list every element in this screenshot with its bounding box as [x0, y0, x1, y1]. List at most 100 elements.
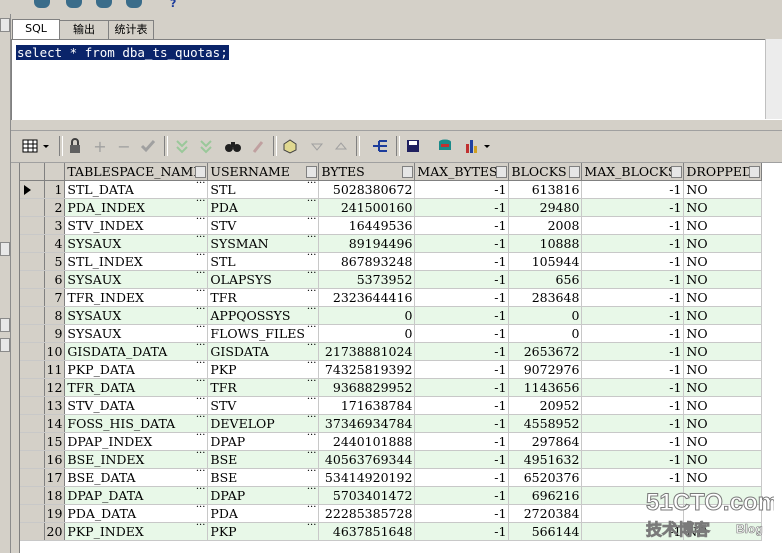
cell-blocks[interactable]: 4951632	[508, 450, 583, 469]
cell-username[interactable]: STL ···	[207, 180, 320, 199]
row-indicator[interactable]	[20, 432, 45, 451]
cell-editor-button[interactable]: ···	[196, 397, 206, 406]
cell-bytes[interactable]: 89194496	[318, 234, 416, 253]
cell-bytes[interactable]: 37346934784	[318, 414, 416, 433]
cell-max-bytes[interactable]: -1	[414, 180, 510, 199]
cell-dropped[interactable]: NO	[683, 432, 763, 451]
row-indicator[interactable]	[20, 234, 45, 253]
cell-max-bytes[interactable]: -1	[414, 198, 510, 217]
cell-tablespace[interactable]: SYSAUX ···	[64, 306, 209, 325]
cell-max-bytes[interactable]: -1	[414, 450, 510, 469]
cell-max-blocks[interactable]: -1	[581, 198, 685, 217]
sql-query-text[interactable]: select * from dba_ts_quotas;	[16, 45, 229, 60]
cell-editor-button[interactable]: ···	[307, 433, 317, 442]
cell-editor-button[interactable]: ···	[307, 451, 317, 460]
cell-editor-button[interactable]: ···	[196, 253, 206, 262]
row-indicator[interactable]	[20, 378, 45, 397]
cell-bytes[interactable]: 2323644416	[318, 288, 416, 307]
cell-max-blocks[interactable]: -1	[581, 432, 685, 451]
cell-username[interactable]: BSE ···	[207, 468, 320, 487]
row-indicator[interactable]	[20, 288, 45, 307]
cell-editor-button[interactable]: ···	[196, 343, 206, 352]
cell-editor-button[interactable]: ···	[196, 307, 206, 316]
next-page-icon[interactable]	[308, 137, 326, 155]
cell-dropped[interactable]: NO	[683, 198, 763, 217]
column-menu-icon[interactable]	[671, 166, 683, 178]
cell-username[interactable]: GISDATA ···	[207, 342, 320, 361]
cell-editor-button[interactable]: ···	[196, 379, 206, 388]
cell-dropped[interactable]: NO	[683, 180, 763, 199]
delete-record-icon[interactable]: −	[115, 137, 133, 156]
cell-max-bytes[interactable]: -1	[414, 270, 510, 289]
cell-blocks[interactable]: 20952	[508, 396, 583, 415]
cell-username[interactable]: SYSMAN ···	[207, 234, 320, 253]
cell-blocks[interactable]: 283648	[508, 288, 583, 307]
cell-blocks[interactable]: 105944	[508, 252, 583, 271]
cell-editor-button[interactable]: ···	[307, 199, 317, 208]
cell-editor-button[interactable]: ···	[196, 289, 206, 298]
cell-tablespace[interactable]: PKP_INDEX ···	[64, 522, 209, 541]
row-indicator[interactable]	[20, 396, 45, 415]
editor-scrollbar[interactable]	[765, 39, 782, 119]
cell-editor-button[interactable]: ···	[196, 217, 206, 226]
table-row[interactable]: 5 STL_INDEX ··· STL ··· 867893248 -1 105944 -1 NO	[20, 252, 763, 271]
cell-blocks[interactable]: 0	[508, 324, 583, 343]
row-indicator[interactable]	[20, 468, 45, 487]
column-header[interactable]: MAX_BLOCKS	[581, 163, 685, 181]
cell-max-blocks[interactable]: -1	[581, 450, 685, 469]
table-row[interactable]: 13 STV_DATA ··· STV ··· 171638784 -1 20952 -1 NO	[20, 396, 763, 415]
table-row[interactable]: 4 SYSAUX ··· SYSMAN ··· 89194496 -1 10888 -1 NO	[20, 234, 763, 253]
post-record-icon[interactable]	[139, 137, 157, 155]
table-row[interactable]: 14 FOSS_HIS_DATA ··· DEVELOP ··· 37346934784 -…	[20, 414, 763, 433]
cell-editor-button[interactable]: ···	[196, 235, 206, 244]
cell-max-blocks[interactable]: -1	[581, 396, 685, 415]
chart-icon[interactable]	[463, 137, 497, 155]
row-indicator[interactable]	[20, 216, 45, 235]
cell-max-bytes[interactable]: -1	[414, 306, 510, 325]
cell-username[interactable]: PKP ···	[207, 360, 320, 379]
cell-dropped[interactable]: NO	[683, 324, 763, 343]
cell-max-blocks[interactable]: -1	[581, 234, 685, 253]
cell-editor-button[interactable]: ···	[307, 487, 317, 496]
cell-editor-button[interactable]: ···	[196, 325, 206, 334]
cell-tablespace[interactable]: SYSAUX ···	[64, 324, 209, 343]
cell-bytes[interactable]: 5373952	[318, 270, 416, 289]
cell-username[interactable]: OLAPSYS ···	[207, 270, 320, 289]
table-row[interactable]: 12 TFR_DATA ··· TFR ··· 9368829952 -1 1143656 -1…	[20, 378, 763, 397]
cell-editor-button[interactable]: ···	[196, 469, 206, 478]
cell-editor-button[interactable]: ···	[196, 361, 206, 370]
panel-tab[interactable]	[0, 242, 10, 256]
cell-username[interactable]: TFR ···	[207, 378, 320, 397]
cell-username[interactable]: STL ···	[207, 252, 320, 271]
cell-max-bytes[interactable]: -1	[414, 396, 510, 415]
column-header[interactable]: MAX_BYTES	[414, 163, 510, 181]
cell-username[interactable]: STV ···	[207, 216, 320, 235]
cell-username[interactable]: FLOWS_FILES ···	[207, 324, 320, 343]
cell-max-bytes[interactable]: -1	[414, 522, 510, 541]
cell-dropped[interactable]: NO	[683, 306, 763, 325]
column-menu-icon[interactable]	[195, 166, 207, 178]
tab-sql[interactable]: SQL	[12, 19, 60, 39]
cell-editor-button[interactable]: ···	[196, 523, 206, 532]
help-icon[interactable]: ?	[170, 0, 176, 10]
cell-username[interactable]: DEVELOP ···	[207, 414, 320, 433]
column-menu-icon[interactable]	[496, 166, 508, 178]
row-indicator[interactable]	[20, 270, 45, 289]
cell-editor-button[interactable]: ···	[307, 325, 317, 334]
cell-dropped[interactable]: NO	[683, 468, 763, 487]
cell-tablespace[interactable]: SYSAUX ···	[64, 270, 209, 289]
cell-editor-button[interactable]: ···	[196, 433, 206, 442]
cell-max-blocks[interactable]: -1	[581, 360, 685, 379]
cell-blocks[interactable]: 4558952	[508, 414, 583, 433]
cell-editor-button[interactable]: ···	[196, 505, 206, 514]
cell-tablespace[interactable]: DPAP_DATA ···	[64, 486, 209, 505]
row-indicator[interactable]	[20, 252, 45, 271]
cell-max-bytes[interactable]: -1	[414, 360, 510, 379]
cell-max-blocks[interactable]: -1	[581, 288, 685, 307]
cell-max-bytes[interactable]: -1	[414, 414, 510, 433]
cell-tablespace[interactable]: FOSS_HIS_DATA ···	[64, 414, 209, 433]
row-indicator[interactable]	[20, 360, 45, 379]
database-icon[interactable]	[66, 0, 82, 8]
column-menu-icon[interactable]	[569, 166, 581, 178]
splitter[interactable]	[11, 120, 782, 131]
